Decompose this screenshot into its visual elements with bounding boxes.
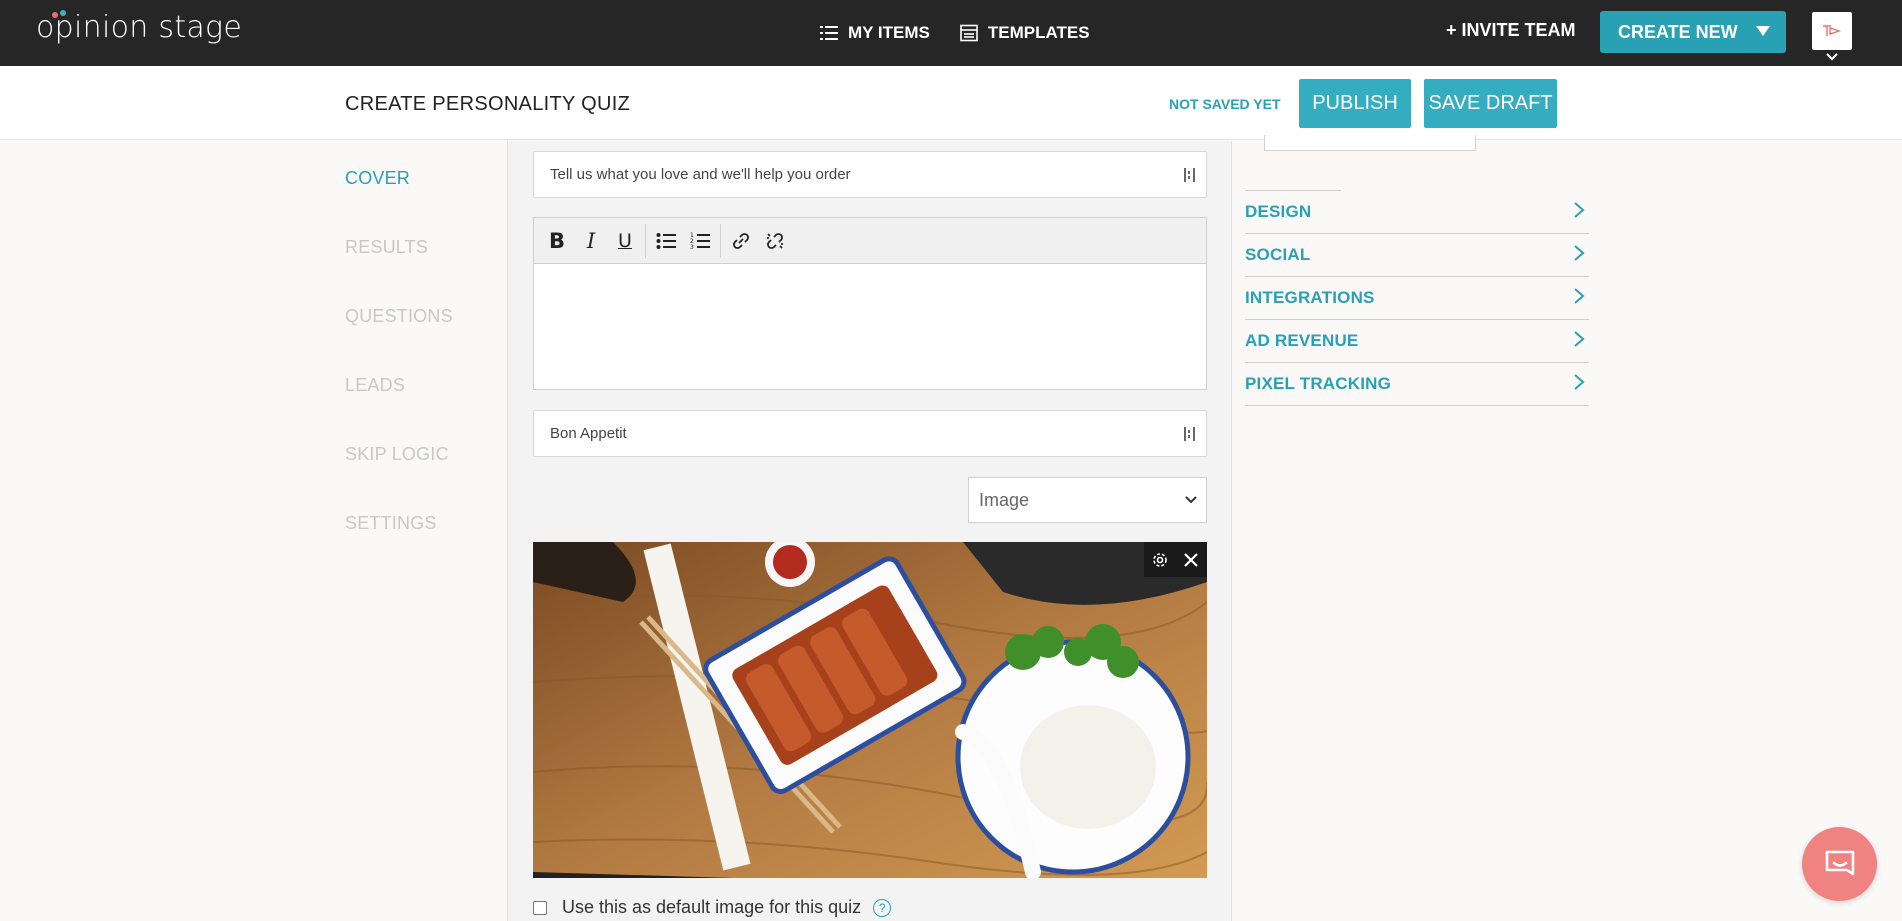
- cover-image[interactable]: [533, 542, 1207, 878]
- chevron-right-icon: [1574, 288, 1585, 304]
- top-bar: opinion stage MY ITEMS TEMPLATES + INVIT…: [0, 0, 1902, 66]
- gear-icon[interactable]: [1152, 552, 1168, 568]
- accordion-pixel-tracking[interactable]: PIXEL TRACKING: [1245, 363, 1589, 406]
- sidebar-item-leads[interactable]: LEADS: [345, 375, 453, 444]
- accordion-integrations[interactable]: INTEGRATIONS: [1245, 277, 1589, 320]
- svg-text:3: 3: [690, 244, 694, 251]
- top-nav: MY ITEMS TEMPLATES: [820, 0, 1090, 66]
- text-options-icon[interactable]: [1182, 165, 1198, 185]
- accordion-social[interactable]: SOCIAL: [1245, 234, 1589, 277]
- avatar[interactable]: [1812, 12, 1852, 50]
- close-icon[interactable]: [1183, 552, 1199, 568]
- editor-toolbar: B I U 123: [534, 218, 1206, 264]
- sidebar-item-settings[interactable]: SETTINGS: [345, 513, 453, 582]
- list-icon: [820, 26, 838, 40]
- user-logo-icon: [1823, 25, 1842, 36]
- create-new-button[interactable]: CREATE NEW: [1600, 11, 1786, 53]
- media-type-value: Image: [979, 489, 1030, 510]
- toolbar-divider: [645, 223, 646, 258]
- chevron-right-icon: [1574, 245, 1585, 261]
- toolbar-divider: [720, 223, 721, 258]
- chat-icon: [1825, 850, 1854, 876]
- accordion-label: DESIGN: [1245, 202, 1312, 221]
- link-icon[interactable]: [724, 224, 758, 258]
- cover-editor: Tell us what you love and we'll help you…: [507, 141, 1232, 921]
- my-items-link[interactable]: MY ITEMS: [820, 23, 930, 43]
- accordion-ad-revenue[interactable]: AD REVENUE: [1245, 320, 1589, 363]
- chevron-right-icon: [1574, 202, 1585, 218]
- accordion-design[interactable]: DESIGN: [1245, 191, 1589, 234]
- sidebar-item-cover[interactable]: COVER: [345, 168, 453, 237]
- save-status: NOT SAVED YET: [1169, 96, 1281, 112]
- chevron-right-icon: [1574, 374, 1585, 390]
- create-new-label: CREATE NEW: [1618, 21, 1738, 42]
- button-text-input[interactable]: Bon Appetit: [533, 410, 1207, 457]
- accordion-label: INTEGRATIONS: [1245, 288, 1375, 307]
- accordion-label: AD REVENUE: [1245, 331, 1359, 350]
- accordion-label: PIXEL TRACKING: [1245, 374, 1392, 393]
- templates-icon: [960, 24, 978, 42]
- chevron-down-icon[interactable]: [1826, 52, 1838, 62]
- italic-icon[interactable]: I: [574, 224, 608, 258]
- subtitle-input[interactable]: Tell us what you love and we'll help you…: [533, 151, 1207, 198]
- section-nav: COVER RESULTS QUESTIONS LEADS SKIP LOGIC…: [345, 168, 453, 582]
- description-editor[interactable]: B I U 123: [533, 217, 1207, 390]
- underline-icon[interactable]: U: [608, 224, 642, 258]
- partial-field[interactable]: [1264, 135, 1476, 151]
- chat-launcher-button[interactable]: [1802, 827, 1877, 901]
- unlink-icon[interactable]: [758, 224, 792, 258]
- sidebar-item-skip-logic[interactable]: SKIP LOGIC: [345, 444, 453, 513]
- image-toolbar: [1144, 542, 1207, 577]
- help-icon[interactable]: ?: [873, 898, 892, 917]
- bold-icon[interactable]: B: [540, 224, 574, 258]
- editor-header: CREATE PERSONALITY QUIZ NOT SAVED YET PU…: [0, 66, 1902, 140]
- accordion-label: SOCIAL: [1245, 245, 1311, 264]
- bullet-list-icon[interactable]: [649, 224, 683, 258]
- media-type-select[interactable]: Image: [968, 477, 1207, 523]
- text-options-icon[interactable]: [1182, 424, 1198, 444]
- default-image-label: Use this as default image for this quiz: [562, 897, 862, 917]
- logo[interactable]: opinion stage: [36, 10, 242, 45]
- default-image-checkbox[interactable]: [533, 900, 547, 915]
- publish-button[interactable]: PUBLISH: [1299, 79, 1411, 128]
- my-items-label: MY ITEMS: [848, 23, 930, 42]
- save-draft-button[interactable]: SAVE DRAFT: [1424, 79, 1557, 128]
- caret-down-icon: [1756, 26, 1770, 36]
- chevron-right-icon: [1574, 331, 1585, 347]
- chevron-down-icon: [1185, 496, 1197, 504]
- sidebar-item-questions[interactable]: QUESTIONS: [345, 306, 453, 375]
- invite-team-link[interactable]: + INVITE TEAM: [1446, 20, 1576, 41]
- button-text-value: Bon Appetit: [550, 425, 627, 442]
- page-title: CREATE PERSONALITY QUIZ: [345, 93, 631, 115]
- subtitle-value: Tell us what you love and we'll help you…: [550, 166, 851, 183]
- sidebar-item-results[interactable]: RESULTS: [345, 237, 453, 306]
- food-photo: [533, 542, 1207, 878]
- numbered-list-icon[interactable]: 123: [683, 224, 717, 258]
- templates-link[interactable]: TEMPLATES: [960, 23, 1090, 43]
- default-image-option: Use this as default image for this quiz …: [533, 897, 892, 918]
- templates-label: TEMPLATES: [987, 23, 1090, 42]
